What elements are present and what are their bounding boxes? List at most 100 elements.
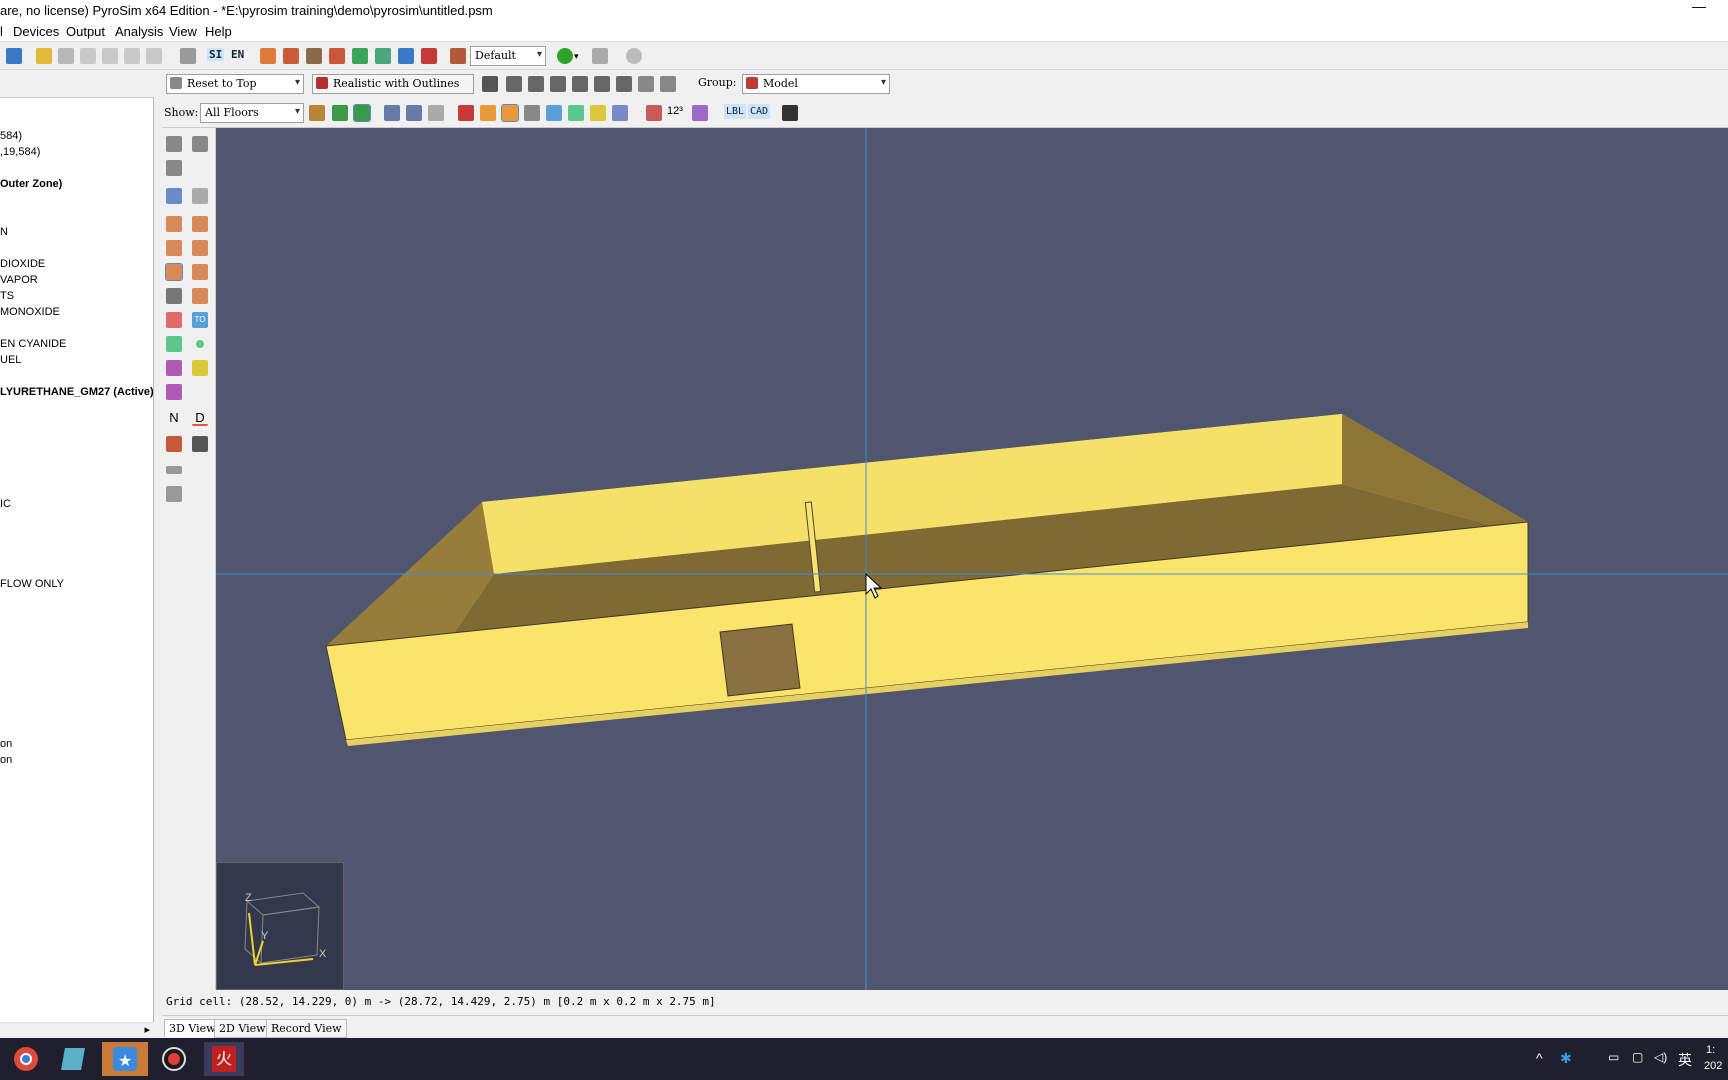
star-app-icon[interactable]: ★ xyxy=(102,1042,148,1076)
minimize-button[interactable]: — xyxy=(1692,0,1706,14)
crosshair-icon[interactable] xyxy=(616,76,632,92)
app-icon[interactable] xyxy=(56,1042,96,1076)
pan-icon[interactable] xyxy=(550,76,566,92)
device-icon[interactable] xyxy=(568,105,584,121)
undo-icon[interactable] xyxy=(36,48,52,64)
units-en-button[interactable]: EN xyxy=(231,48,244,61)
walk-icon[interactable] xyxy=(528,76,544,92)
select-arrow-icon[interactable] xyxy=(482,76,498,92)
digits-button[interactable]: 12³ xyxy=(667,105,683,117)
sprinkler-icon[interactable] xyxy=(590,105,606,121)
menu-output[interactable]: Output xyxy=(66,24,105,39)
thermocouple-icon[interactable] xyxy=(546,105,562,121)
hollow-block-icon[interactable] xyxy=(192,264,208,280)
texture-icon[interactable] xyxy=(692,105,708,121)
tab-record-view[interactable]: Record View xyxy=(266,1019,347,1038)
door-opening[interactable] xyxy=(719,623,801,697)
mesh-tool-icon[interactable] xyxy=(166,188,182,204)
menu-devices[interactable]: Devices xyxy=(13,24,59,39)
clock-time[interactable]: 1: xyxy=(1706,1044,1715,1056)
fit-icon[interactable] xyxy=(638,76,654,92)
clock-date[interactable]: 202 xyxy=(1704,1060,1722,1072)
obstruction-icon[interactable] xyxy=(480,105,496,121)
reset-view-select[interactable]: Reset to Top ▾ xyxy=(166,74,304,94)
move-icon[interactable] xyxy=(166,136,182,152)
tree-item[interactable]: Outer Zone) xyxy=(0,178,62,190)
vent-tool-icon[interactable] xyxy=(166,312,182,328)
view-preset-select[interactable]: Default ▾ xyxy=(470,46,546,66)
tree-item[interactable]: UEL xyxy=(0,354,21,366)
battery-icon[interactable]: ▭ xyxy=(1608,1050,1619,1064)
render-mode-button[interactable]: Realistic with Outlines xyxy=(312,74,474,94)
layer-icon[interactable] xyxy=(450,48,466,64)
rotate-icon[interactable] xyxy=(192,136,208,152)
show-floors-select[interactable]: All Floors ▾ xyxy=(200,103,304,123)
labels-button[interactable]: LBL xyxy=(724,104,747,119)
volume-icon[interactable]: ◁) xyxy=(1654,1050,1667,1064)
pyrosim-taskbar-button[interactable]: 火 xyxy=(204,1042,244,1076)
paint-bucket-icon[interactable] xyxy=(166,436,182,452)
mirror-icon[interactable] xyxy=(166,160,182,176)
normal-button[interactable]: N xyxy=(166,410,182,426)
units-si-button[interactable]: SI xyxy=(207,48,225,61)
orbit-icon[interactable] xyxy=(506,76,522,92)
chevron-down-icon[interactable]: ▾ xyxy=(574,51,582,61)
delete-icon[interactable] xyxy=(146,48,162,64)
wall-icon[interactable] xyxy=(166,240,182,256)
mesh-solid-icon[interactable] xyxy=(406,105,422,121)
split-mesh-icon[interactable] xyxy=(192,188,208,204)
room-icon[interactable] xyxy=(192,240,208,256)
cad-button[interactable]: CAD xyxy=(748,104,771,119)
tree-item[interactable]: ,19,584) xyxy=(0,146,40,158)
mesh-hide-icon[interactable] xyxy=(428,105,444,121)
hole-icon[interactable] xyxy=(501,104,519,122)
import-icon[interactable] xyxy=(6,48,22,64)
fit-selection-icon[interactable] xyxy=(660,76,676,92)
tree-item[interactable]: IC xyxy=(0,498,11,510)
tree-item[interactable]: EN CYANIDE xyxy=(0,338,66,350)
horizontal-scrollbar[interactable]: ▸ xyxy=(0,1022,154,1038)
slab-icon[interactable] xyxy=(166,216,182,232)
roof-icon[interactable] xyxy=(192,288,208,304)
tree-item[interactable]: VAPOR xyxy=(0,274,38,286)
zoom-icon[interactable] xyxy=(572,76,588,92)
checklist-icon[interactable] xyxy=(166,486,182,502)
tree-item[interactable]: TS xyxy=(0,290,14,302)
block-icon[interactable] xyxy=(165,263,183,281)
tree-item[interactable]: MONOXIDE xyxy=(0,306,60,318)
tab-3d-view[interactable]: 3D View xyxy=(164,1019,221,1037)
tree-item[interactable]: N xyxy=(0,226,8,238)
surface-icon[interactable] xyxy=(283,48,299,64)
cut-icon[interactable] xyxy=(80,48,96,64)
3d-viewport[interactable] xyxy=(216,128,1728,990)
slice-tool-icon[interactable] xyxy=(166,384,182,400)
reaction-icon[interactable] xyxy=(329,48,345,64)
direction-button[interactable]: D xyxy=(192,410,208,426)
sprinkler-tool-icon[interactable] xyxy=(192,360,208,376)
prop-icon[interactable] xyxy=(421,48,437,64)
menu-analysis[interactable]: Analysis xyxy=(115,24,163,39)
model-canvas[interactable] xyxy=(216,128,1728,990)
tab-2d-view[interactable]: 2D View xyxy=(214,1019,271,1038)
tray-app-icon[interactable]: ✱ xyxy=(1560,1050,1572,1067)
menu-model[interactable]: l xyxy=(0,24,3,39)
hole-tool-icon[interactable] xyxy=(166,360,182,376)
mesh-outline-icon[interactable] xyxy=(384,105,400,121)
species-icon[interactable] xyxy=(375,48,391,64)
tree-item[interactable]: DIOXIDE xyxy=(0,258,45,270)
network-icon[interactable]: ▢ xyxy=(1632,1050,1643,1064)
tray-expand-icon[interactable]: ^ xyxy=(1536,1050,1543,1066)
ruler-icon[interactable] xyxy=(166,466,182,474)
menu-help[interactable]: Help xyxy=(205,24,232,39)
device-tool-icon[interactable] xyxy=(166,336,182,352)
material-icon[interactable] xyxy=(306,48,322,64)
thermocouple-tool-button[interactable]: TO xyxy=(192,312,208,328)
copy-icon[interactable] xyxy=(102,48,118,64)
stair-icon[interactable] xyxy=(166,288,182,304)
eyedropper-icon[interactable] xyxy=(192,436,208,452)
paste-icon[interactable] xyxy=(124,48,140,64)
chrome-icon[interactable] xyxy=(6,1042,46,1076)
tree-item[interactable]: LYURETHANE_GM27 (Active) xyxy=(0,386,154,398)
record-icon[interactable] xyxy=(154,1042,194,1076)
rect-slab-icon[interactable] xyxy=(192,216,208,232)
